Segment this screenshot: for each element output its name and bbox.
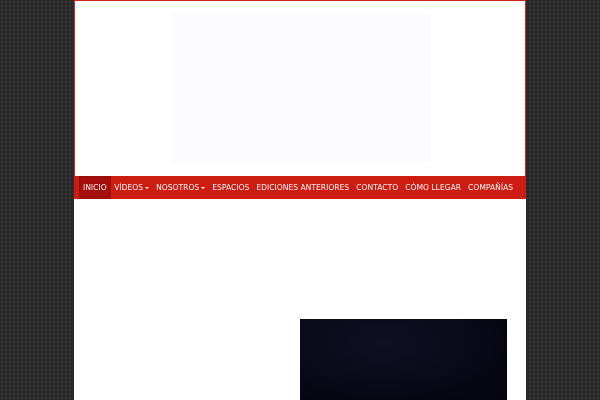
nav-item-ediciones-anteriores[interactable]: EDICIONES ANTERIORES	[253, 176, 353, 199]
video-player[interactable]	[300, 319, 507, 400]
nav-item-contacto[interactable]: CONTACTO	[353, 176, 402, 199]
nav-item-label: ESPACIOS	[212, 183, 250, 192]
site-header	[74, 0, 526, 177]
nav-item-label: VÍDEOS	[114, 183, 144, 192]
nav-item-label: CÓMO LLEGAR	[405, 183, 462, 192]
main-content	[74, 199, 526, 400]
nav-item-label: NOSOTROS	[156, 183, 200, 192]
nav-item-videos[interactable]: VÍDEOS	[111, 176, 153, 199]
nav-item-nosotros[interactable]: NOSOTROS	[153, 176, 209, 199]
caret-down-icon	[201, 186, 206, 189]
nav-item-inicio[interactable]: INICIO	[79, 176, 111, 199]
nav-item-label: CONTACTO	[356, 183, 399, 192]
nav-item-como-llegar[interactable]: CÓMO LLEGAR	[402, 176, 465, 199]
nav-item-espacios[interactable]: ESPACIOS	[209, 176, 253, 199]
nav-item-label: COMPAÑÍAS	[468, 183, 514, 192]
page-container: INICIO VÍDEOS NOSOTROS ESPACIOS EDICIONE…	[74, 0, 526, 400]
nav-menu: INICIO VÍDEOS NOSOTROS ESPACIOS EDICIONE…	[79, 176, 517, 199]
main-navigation: INICIO VÍDEOS NOSOTROS ESPACIOS EDICIONE…	[74, 176, 526, 199]
header-banner-image	[171, 13, 431, 163]
nav-item-label: EDICIONES ANTERIORES	[256, 183, 350, 192]
nav-item-label: INICIO	[83, 183, 107, 192]
caret-down-icon	[145, 186, 150, 189]
nav-item-companias[interactable]: COMPAÑÍAS	[465, 176, 517, 199]
